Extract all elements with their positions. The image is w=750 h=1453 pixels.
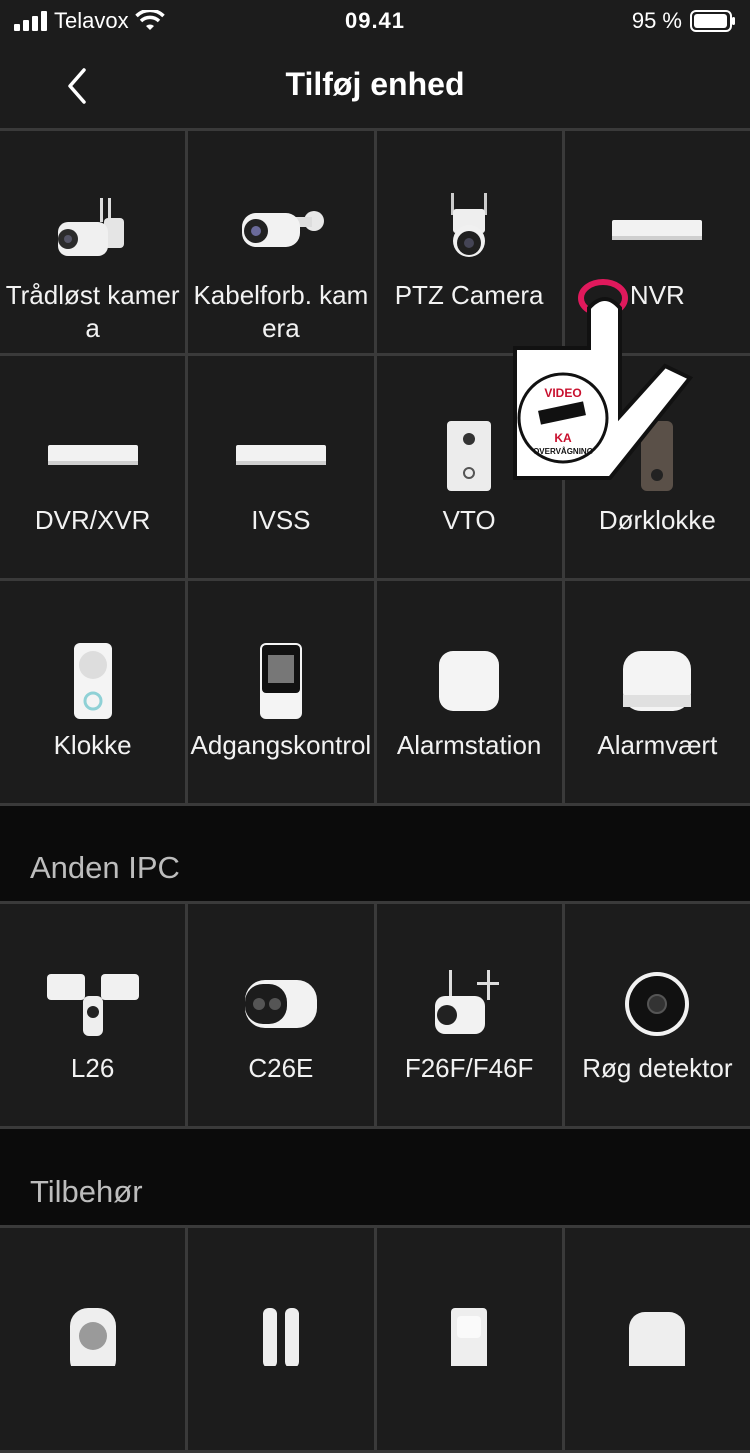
bullet-camera-icon bbox=[421, 956, 517, 1052]
device-tile-alarm-station[interactable]: Alarmstation bbox=[376, 581, 562, 803]
battery-percent: 95 % bbox=[631, 8, 682, 33]
accessory-tile-siren[interactable] bbox=[564, 1228, 750, 1450]
floodlight-camera-icon bbox=[45, 956, 141, 1052]
sign-bottom-text: OVERVÅGNING bbox=[533, 447, 593, 456]
device-tile-l26[interactable]: L26 bbox=[0, 904, 186, 1126]
device-tile-access-control[interactable]: Adgangskontrol bbox=[188, 581, 374, 803]
accessory-tile-remote[interactable] bbox=[0, 1228, 186, 1450]
device-label: Kabelforb. kamera bbox=[193, 280, 369, 343]
device-label: C26E bbox=[248, 1053, 314, 1083]
device-label: Alarmvært bbox=[597, 730, 718, 760]
sign-top-text: VIDEO bbox=[544, 386, 581, 400]
device-label: Trådløst kamera bbox=[5, 280, 180, 343]
accessories-grid bbox=[0, 1225, 750, 1453]
section-header-other-ipc: Anden IPC bbox=[0, 806, 750, 904]
chime-icon bbox=[45, 633, 141, 729]
device-tile-alarm-hub[interactable]: Alarmvært bbox=[564, 581, 750, 803]
device-label: Adgangskontrol bbox=[190, 730, 372, 760]
pointing-hand-overlay: VIDEO KA OVERVÅGNING bbox=[505, 278, 700, 488]
battery-icon bbox=[690, 10, 735, 32]
accessory-tile-motion-detector[interactable] bbox=[376, 1228, 562, 1450]
dvr-icon bbox=[45, 408, 141, 504]
c26e-camera-icon bbox=[233, 956, 329, 1052]
device-tile-ivss[interactable]: IVSS bbox=[188, 356, 374, 578]
section-title: Tilbehør bbox=[30, 1174, 143, 1209]
device-label: DVR/XVR bbox=[34, 505, 151, 535]
alarm-station-icon bbox=[421, 633, 517, 729]
device-label: Røg detektor bbox=[582, 1053, 733, 1083]
device-tile-chime[interactable]: Klokke bbox=[0, 581, 186, 803]
device-label: L26 bbox=[70, 1053, 115, 1083]
device-tile-dvr[interactable]: DVR/XVR bbox=[0, 356, 186, 578]
sign-mid-text: KA bbox=[554, 431, 572, 445]
device-tile-c26e[interactable]: C26E bbox=[188, 904, 374, 1126]
device-label: VTO bbox=[442, 505, 496, 535]
device-label: Klokke bbox=[53, 730, 132, 760]
navigation-bar: Tilføj enhed bbox=[0, 44, 750, 128]
page-title: Tilføj enhed bbox=[285, 66, 465, 102]
device-tile-wired-camera[interactable]: Kabelforb. kamera bbox=[188, 131, 374, 353]
device-label: Alarmstation bbox=[396, 730, 542, 760]
status-bar: Telavox 09.41 95 % bbox=[0, 0, 750, 44]
door-sensor-icon bbox=[233, 1288, 329, 1384]
device-label: F26F/F46F bbox=[404, 1053, 534, 1083]
device-tile-smoke-detector[interactable]: Røg detektor bbox=[564, 904, 750, 1126]
alarm-hub-icon bbox=[609, 633, 705, 729]
smoke-detector-icon bbox=[609, 956, 705, 1052]
vto-icon bbox=[421, 408, 517, 504]
siren-icon bbox=[609, 1288, 705, 1384]
wired-camera-icon bbox=[233, 183, 329, 279]
nvr-icon bbox=[609, 183, 705, 279]
section-title: Anden IPC bbox=[30, 850, 180, 885]
device-tile-wireless-camera[interactable]: Trådløst kamera bbox=[0, 131, 186, 353]
remote-control-icon bbox=[45, 1288, 141, 1384]
device-tile-f26f[interactable]: F26F/F46F bbox=[376, 904, 562, 1126]
other-ipc-grid: L26 C26E F26F/F46F Røg detektor bbox=[0, 901, 750, 1129]
ptz-camera-icon bbox=[421, 183, 517, 279]
accessory-tile-door-sensor[interactable] bbox=[188, 1228, 374, 1450]
motion-detector-icon bbox=[421, 1288, 517, 1384]
ivss-icon bbox=[233, 408, 329, 504]
device-label: IVSS bbox=[251, 505, 311, 535]
device-label: Dørklokke bbox=[598, 505, 716, 535]
section-header-accessories: Tilbehør bbox=[0, 1130, 750, 1228]
access-control-icon bbox=[233, 633, 329, 729]
wireless-camera-icon bbox=[45, 183, 141, 279]
